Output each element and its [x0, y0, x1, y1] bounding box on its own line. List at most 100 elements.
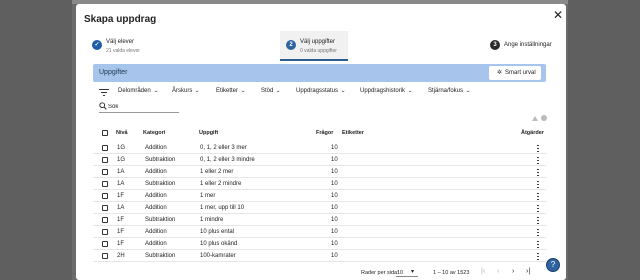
- row-checkbox[interactable]: [102, 217, 108, 223]
- chevron-down-icon: ⌄: [407, 88, 413, 94]
- more-vert-icon[interactable]: [536, 252, 540, 261]
- table-row[interactable]: 1A Subtraktion 1 eller 2 mindre 10: [93, 178, 546, 190]
- background-right: [568, 0, 640, 280]
- more-vert-icon[interactable]: [536, 192, 540, 201]
- table-row[interactable]: 1F Addition 10 plus okänd 10: [93, 238, 546, 250]
- chevron-down-icon: ⌄: [194, 88, 201, 94]
- magic-wand-icon: ✲: [497, 70, 503, 76]
- help-icon[interactable]: ?: [546, 258, 560, 272]
- filter-star-focus[interactable]: Stjärna/fokus ⌄: [428, 88, 471, 94]
- step-select-students[interactable]: ✓ Välj elever 21 valda elever: [92, 38, 172, 60]
- cell-questions: 10: [331, 253, 338, 259]
- table-row[interactable]: 1G Addition 0, 1, 2 eller 3 mer 10: [93, 142, 546, 154]
- more-vert-icon[interactable]: [536, 156, 540, 165]
- caret-down-icon: ▾: [411, 269, 415, 275]
- row-checkbox[interactable]: [102, 145, 108, 151]
- cell-questions: 10: [331, 145, 338, 151]
- table-row[interactable]: 1F Subtraktion 1 mindre 10: [93, 214, 546, 226]
- more-vert-icon[interactable]: [536, 240, 540, 249]
- more-vert-icon[interactable]: [536, 216, 540, 225]
- chevron-down-icon: ⌄: [465, 88, 471, 94]
- table-header: Nivå Kategori Uppgift Frågor Etiketter Å…: [93, 128, 546, 140]
- warning-icon[interactable]: [532, 116, 538, 121]
- filter-icon[interactable]: [99, 88, 109, 96]
- cell-task: 10 plus ental: [200, 229, 235, 235]
- row-checkbox[interactable]: [102, 229, 108, 235]
- more-vert-icon[interactable]: [536, 204, 540, 213]
- step-label: Välj elever: [106, 39, 135, 45]
- filter-subareas[interactable]: Delområden ⌄: [118, 88, 159, 94]
- table-row[interactable]: 1A Addition 1 mer, upp till 10 10: [93, 202, 546, 214]
- more-vert-icon[interactable]: [536, 180, 540, 189]
- cell-task: 1 mer: [200, 193, 216, 199]
- cell-level: 1A: [117, 181, 125, 187]
- close-icon[interactable]: ✕: [552, 8, 564, 22]
- cell-task: 1 mindre: [200, 217, 224, 223]
- previous-page-icon[interactable]: ‹: [497, 268, 499, 275]
- cell-questions: 10: [331, 205, 338, 211]
- cell-questions: 10: [331, 217, 338, 223]
- table-tools: [532, 115, 548, 124]
- col-task[interactable]: Uppgift: [199, 130, 218, 136]
- col-actions: Åtgärder: [521, 130, 544, 136]
- rows-per-page-label: Rader per sida:: [361, 270, 399, 276]
- filter-labels[interactable]: Etiketter ⌄: [216, 88, 246, 94]
- table-row[interactable]: 1A Addition 1 eller 2 mer 10: [93, 166, 546, 178]
- step-number: 3: [490, 40, 500, 50]
- tasks-banner: Uppgifter ✲ Smart urval: [93, 64, 546, 82]
- row-checkbox[interactable]: [102, 157, 108, 163]
- more-vert-icon[interactable]: [536, 144, 540, 153]
- step-settings[interactable]: 3 Ange inställningar: [490, 38, 560, 60]
- more-vert-icon[interactable]: [536, 228, 540, 237]
- cell-category: Subtraktion: [145, 217, 176, 223]
- filter-grade[interactable]: Årskurs ⌄: [172, 88, 200, 94]
- cell-level: 1F: [117, 217, 125, 223]
- row-checkbox[interactable]: [102, 241, 108, 247]
- filter-assignment-status[interactable]: Uppdragsstatus ⌄: [296, 88, 346, 94]
- cell-task: 0, 1, 2 eller 3 mer: [200, 145, 247, 151]
- cell-category: Addition: [145, 205, 167, 211]
- chevron-down-icon: ⌄: [240, 88, 246, 94]
- first-page-icon[interactable]: |‹: [481, 268, 485, 275]
- info-icon[interactable]: [541, 115, 547, 121]
- filter-support[interactable]: Stöd ⌄: [261, 88, 281, 94]
- cell-level: 1F: [117, 241, 125, 247]
- row-checkbox[interactable]: [102, 193, 108, 199]
- smart-selection-button[interactable]: ✲ Smart urval: [489, 66, 541, 80]
- col-questions[interactable]: Frågor: [316, 130, 333, 136]
- dialog-title: Skapa uppdrag: [84, 14, 157, 25]
- row-checkbox[interactable]: [102, 181, 108, 187]
- rows-per-page-select[interactable]: 10 ▾: [396, 268, 418, 277]
- step-number: 2: [286, 40, 296, 50]
- col-level[interactable]: Nivå: [116, 130, 128, 136]
- cell-task: 10 plus okänd: [200, 241, 238, 247]
- step-select-tasks[interactable]: 2 Välj uppgifter 0 valda uppgifter: [286, 38, 356, 60]
- select-all-checkbox[interactable]: [102, 130, 108, 136]
- table-row[interactable]: 1F Addition 1 mer 10: [93, 190, 546, 202]
- next-page-icon[interactable]: ›: [512, 268, 514, 275]
- row-checkbox[interactable]: [102, 169, 108, 175]
- chevron-down-icon: ⌄: [340, 88, 346, 94]
- step-label: Ange inställningar: [504, 42, 552, 48]
- col-labels: Etiketter: [342, 130, 365, 136]
- more-vert-icon[interactable]: [536, 168, 540, 177]
- cell-category: Addition: [145, 241, 167, 247]
- last-page-icon[interactable]: ›|: [526, 268, 530, 275]
- row-checkbox[interactable]: [102, 253, 108, 259]
- filter-assignment-history[interactable]: Uppdragshistorik ⌄: [360, 88, 413, 94]
- pagination-range: 1 – 10 av 1523: [433, 270, 470, 276]
- step-sublabel: 21 valda elever: [106, 48, 140, 54]
- cell-level: 1F: [117, 193, 125, 199]
- chevron-down-icon: ⌄: [153, 88, 159, 94]
- cell-category: Addition: [145, 145, 167, 151]
- chevron-down-icon: ⌄: [275, 88, 282, 94]
- cell-task: 1 mer, upp till 10: [200, 205, 245, 211]
- table-row[interactable]: 1G Subtraktion 0, 1, 2 eller 3 mindre 10: [93, 154, 546, 166]
- search-input[interactable]: [108, 102, 178, 111]
- table-row[interactable]: 2H Subtraktion 100-kamrater 10: [93, 250, 546, 262]
- col-category[interactable]: Kategori: [143, 130, 165, 136]
- cell-questions: 10: [331, 169, 338, 175]
- row-checkbox[interactable]: [102, 205, 108, 211]
- cell-level: 1G: [117, 145, 126, 151]
- table-row[interactable]: 1F Addition 10 plus ental 10: [93, 226, 546, 238]
